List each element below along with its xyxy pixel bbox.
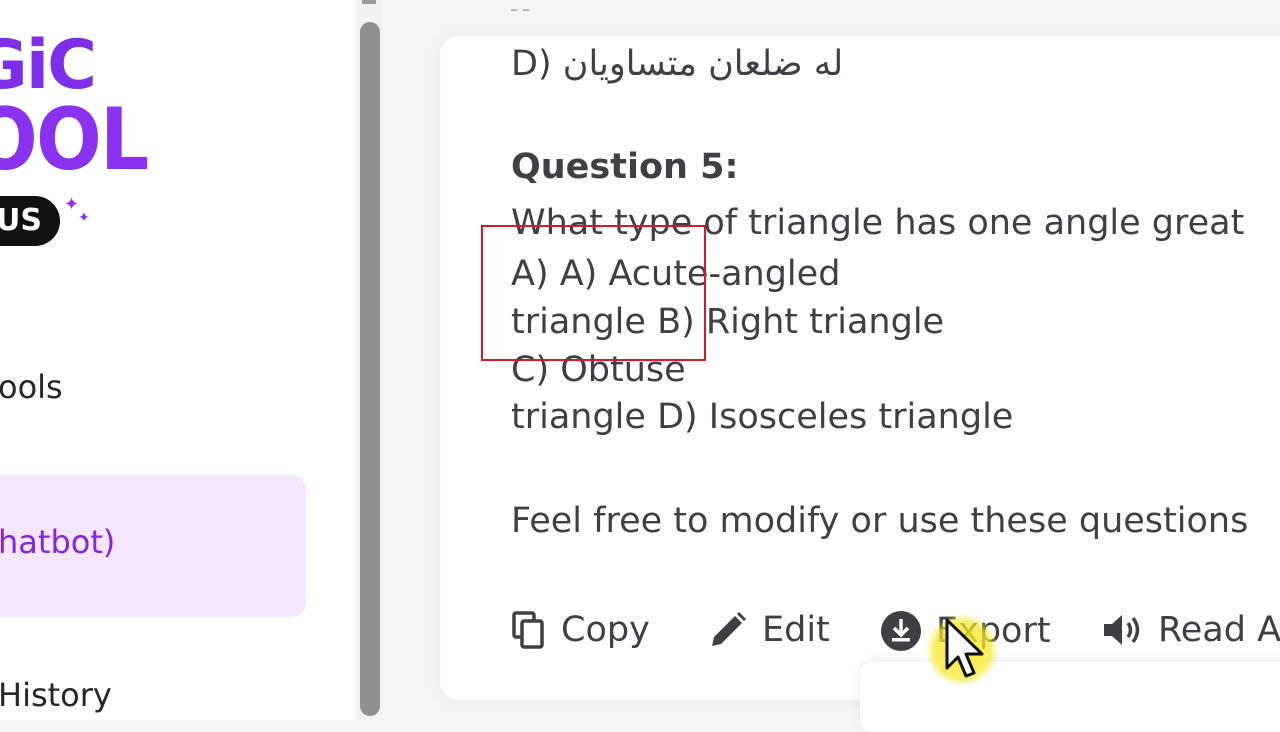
sidebar-item-chatbot[interactable]: hatbot): [0, 523, 115, 561]
question-title: Question 5:: [511, 147, 739, 187]
scrollbar-up-arrow[interactable]: [362, 0, 376, 4]
copy-label: Copy: [561, 610, 650, 650]
download-icon: [880, 610, 922, 652]
pencil-icon: [708, 610, 748, 650]
sidebar: GiC OOL US ✦ ✦ ools hatbot) History: [0, 0, 355, 720]
previous-option-d: D) له ضلعان متساويان: [511, 44, 844, 84]
logo-badge: US: [0, 196, 60, 246]
copy-icon: [511, 610, 547, 650]
sidebar-item-tools[interactable]: ools: [0, 368, 63, 406]
read-aloud-label: Read A: [1158, 610, 1280, 650]
annotation-highlight-box: [481, 225, 706, 361]
partial-previous-line: ـ ـ: [511, 0, 530, 16]
speaker-icon: [1102, 610, 1144, 650]
sparkle-icon: ✦: [64, 194, 80, 215]
read-aloud-button[interactable]: Read A: [1102, 610, 1280, 650]
footer-note: Feel free to modify or use these questio…: [511, 501, 1249, 541]
mouse-cursor-icon: [944, 618, 988, 686]
logo-text-line2: OOL: [0, 90, 149, 190]
edit-label: Edit: [762, 610, 830, 650]
sparkle-small-icon: ✦: [78, 210, 90, 226]
edit-button[interactable]: Edit: [708, 610, 830, 650]
bottom-dropdown-panel: [860, 662, 1280, 732]
sidebar-item-history[interactable]: History: [0, 676, 112, 714]
scrollbar-thumb[interactable]: [360, 22, 380, 716]
options-line-4: triangle D) Isosceles triangle: [511, 397, 1014, 437]
copy-button[interactable]: Copy: [511, 610, 650, 650]
